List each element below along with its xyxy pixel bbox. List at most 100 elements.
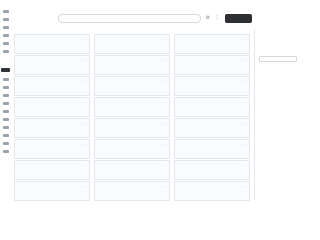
sidebar-item[interactable] xyxy=(3,102,9,105)
more-icon[interactable]: ⋯ xyxy=(84,100,87,105)
card-description xyxy=(178,64,246,72)
more-icon[interactable]: ⋯ xyxy=(164,163,167,168)
card-description xyxy=(98,127,166,135)
more-icon[interactable]: ⋯ xyxy=(84,58,87,63)
list-card[interactable]: ⋯ xyxy=(174,76,250,96)
sidebar-item[interactable] xyxy=(3,94,9,97)
card-grid: ⋯ ⋯ ⋯ ⋯ ⋯ ⋯ ⋯ ⋯ ⋯ ⋯ ⋯ ⋯ ⋯ ⋯ ⋯ ⋯ ⋯ ⋯ ⋯ ⋯ ⋯ ⋯ ⋯ ⋯ xyxy=(14,34,250,201)
list-card[interactable]: ⋯ xyxy=(14,76,90,96)
title-bar xyxy=(0,0,300,7)
list-card[interactable]: ⋯ xyxy=(14,118,90,138)
card-description xyxy=(98,106,166,114)
sidebar-item[interactable] xyxy=(3,110,9,113)
sidebar-item[interactable] xyxy=(3,86,9,89)
more-icon[interactable]: ⋯ xyxy=(244,37,247,42)
more-icon[interactable]: ⋯ xyxy=(164,58,167,63)
sidebar-item[interactable] xyxy=(3,150,9,153)
list-card[interactable]: ⋯ xyxy=(174,139,250,159)
list-card[interactable]: ⋯ xyxy=(14,97,90,117)
list-card[interactable]: ⋯ xyxy=(174,55,250,75)
sidebar-item[interactable] xyxy=(3,142,9,145)
detail-input-field[interactable] xyxy=(259,56,297,62)
list-card[interactable]: ⋯ xyxy=(14,139,90,159)
list-card[interactable]: ⋯ xyxy=(94,55,170,75)
card-description xyxy=(18,169,86,177)
search-input[interactable] xyxy=(59,25,200,32)
card-description xyxy=(98,148,166,156)
more-icon[interactable]: ⋯ xyxy=(244,79,247,84)
list-card[interactable]: ⋯ xyxy=(14,181,90,201)
sidebar-item[interactable] xyxy=(3,34,9,37)
list-card[interactable]: ⋯ xyxy=(94,139,170,159)
card-description xyxy=(178,127,246,135)
more-icon[interactable]: ⋯ xyxy=(164,100,167,105)
more-icon[interactable]: ⋯ xyxy=(244,184,247,189)
sidebar-item[interactable] xyxy=(3,42,9,45)
card-description xyxy=(18,148,86,156)
sidebar-item-active[interactable] xyxy=(1,68,10,72)
more-icon[interactable]: ⋯ xyxy=(164,142,167,147)
card-description xyxy=(98,169,166,177)
list-card[interactable]: ⋯ xyxy=(94,181,170,201)
more-icon[interactable]: ⋯ xyxy=(84,121,87,126)
more-icon[interactable]: ⋯ xyxy=(84,37,87,42)
more-icon[interactable]: ⋯ xyxy=(84,79,87,84)
sidebar-item[interactable] xyxy=(3,18,9,21)
card-description xyxy=(18,85,86,93)
list-card[interactable]: ⋯ xyxy=(14,55,90,75)
settings-icon[interactable]: ⚙ xyxy=(205,15,211,22)
card-description xyxy=(18,127,86,135)
card-description xyxy=(178,43,246,51)
card-description xyxy=(98,190,166,198)
sidebar-item[interactable] xyxy=(3,50,9,53)
sidebar-item[interactable] xyxy=(3,134,9,137)
more-icon[interactable]: ⋮ xyxy=(214,15,220,22)
card-description xyxy=(18,43,86,51)
card-description xyxy=(98,64,166,72)
detail-panel xyxy=(254,29,300,200)
sidebar xyxy=(0,8,12,200)
list-card[interactable]: ⋯ xyxy=(174,118,250,138)
card-description xyxy=(178,85,246,93)
card-description xyxy=(18,190,86,198)
detail-body-text xyxy=(259,74,299,198)
card-description xyxy=(18,64,86,72)
list-card[interactable]: ⋯ xyxy=(94,76,170,96)
card-description xyxy=(98,85,166,93)
card-description xyxy=(18,106,86,114)
card-description xyxy=(178,106,246,114)
list-card[interactable]: ⋯ xyxy=(94,160,170,180)
search-box xyxy=(58,14,201,32)
card-description xyxy=(98,43,166,51)
list-card[interactable]: ⋯ xyxy=(174,160,250,180)
list-card[interactable]: ⋯ xyxy=(94,97,170,117)
more-icon[interactable]: ⋯ xyxy=(164,37,167,42)
list-card[interactable]: ⋯ xyxy=(94,34,170,54)
more-icon[interactable]: ⋯ xyxy=(244,121,247,126)
list-card[interactable]: ⋯ xyxy=(174,97,250,117)
list-card[interactable]: ⋯ xyxy=(174,34,250,54)
sidebar-item[interactable] xyxy=(3,26,9,29)
sidebar-item[interactable] xyxy=(3,10,9,13)
sidebar-item[interactable] xyxy=(3,78,9,81)
sidebar-item[interactable] xyxy=(3,126,9,129)
more-icon[interactable]: ⋯ xyxy=(84,184,87,189)
more-icon[interactable]: ⋯ xyxy=(244,142,247,147)
list-card[interactable]: ⋯ xyxy=(14,160,90,180)
list-card[interactable]: ⋯ xyxy=(94,118,170,138)
card-description xyxy=(178,190,246,198)
primary-action-button[interactable] xyxy=(225,14,252,23)
sidebar-item[interactable] xyxy=(3,118,9,121)
more-icon[interactable]: ⋯ xyxy=(244,58,247,63)
more-icon[interactable]: ⋯ xyxy=(164,79,167,84)
list-card[interactable]: ⋯ xyxy=(14,34,90,54)
more-icon[interactable]: ⋯ xyxy=(164,184,167,189)
card-description xyxy=(178,148,246,156)
card-description xyxy=(178,169,246,177)
more-icon[interactable]: ⋯ xyxy=(244,163,247,168)
more-icon[interactable]: ⋯ xyxy=(84,142,87,147)
more-icon[interactable]: ⋯ xyxy=(84,163,87,168)
more-icon[interactable]: ⋯ xyxy=(164,121,167,126)
more-icon[interactable]: ⋯ xyxy=(244,100,247,105)
list-card[interactable]: ⋯ xyxy=(174,181,250,201)
